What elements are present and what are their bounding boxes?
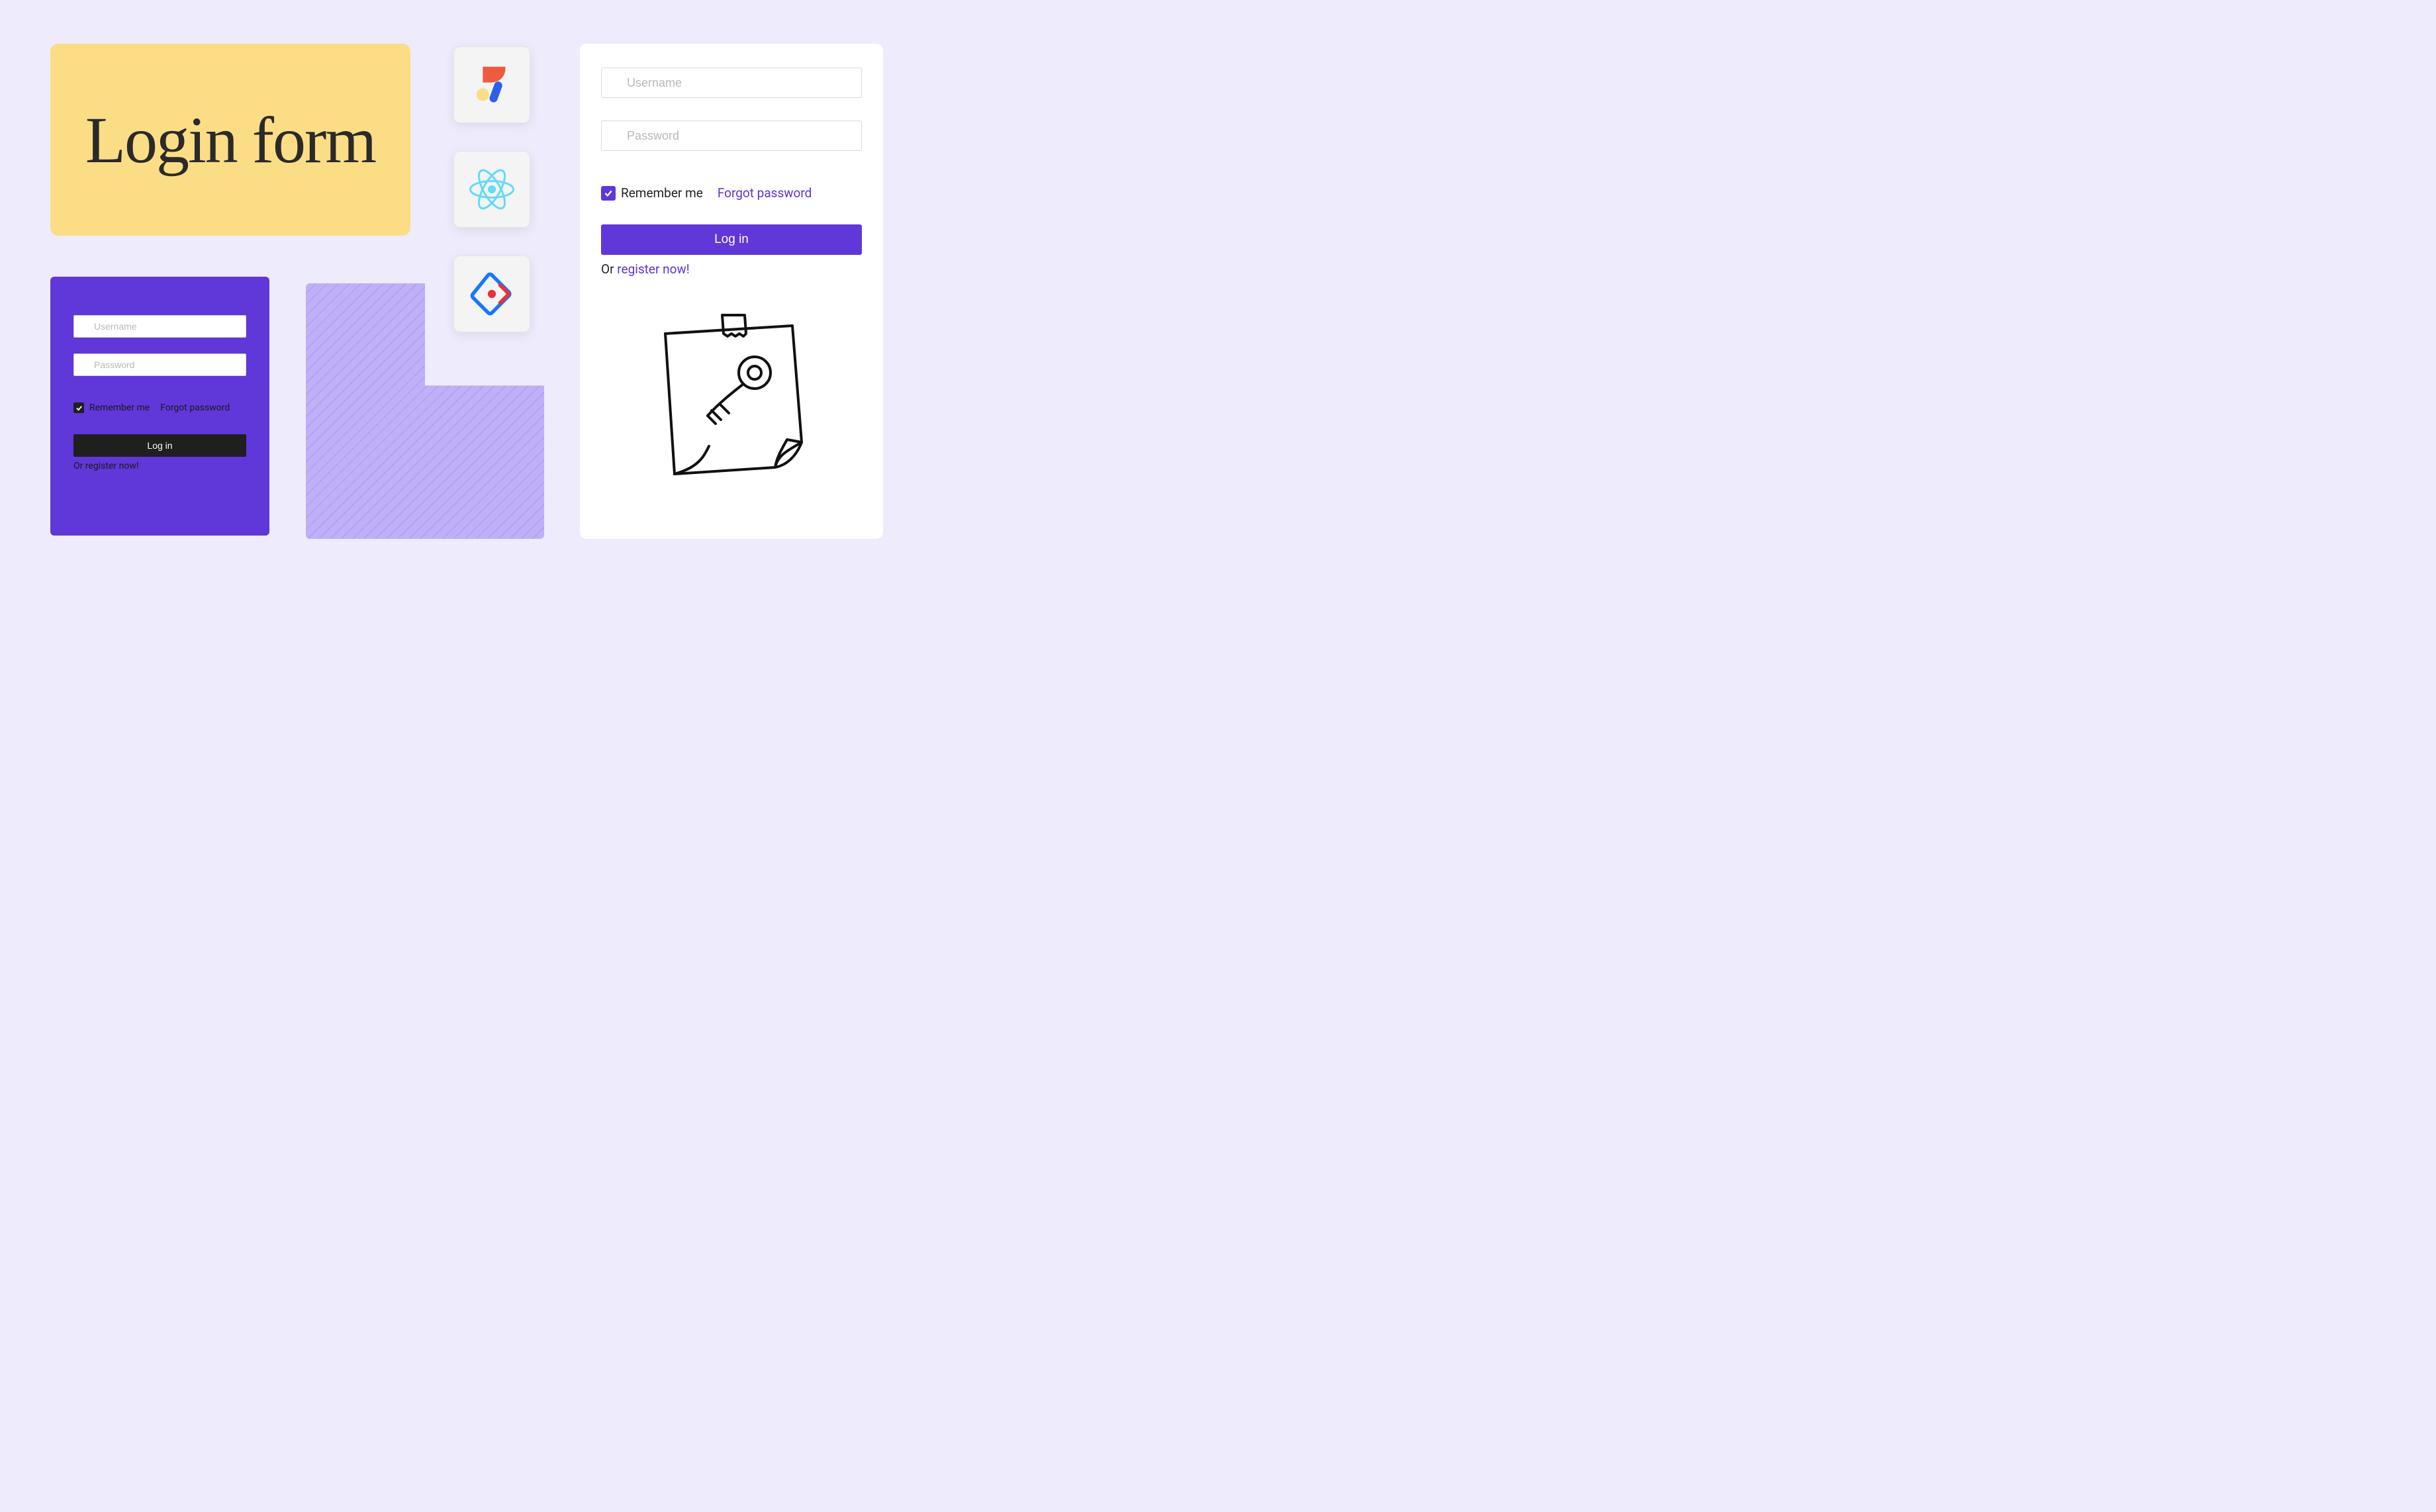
register-link[interactable]: register now! xyxy=(617,261,689,277)
react-icon xyxy=(453,151,530,228)
password-input[interactable] xyxy=(601,120,862,151)
username-input[interactable] xyxy=(73,315,246,338)
forgot-password-link[interactable]: Forgot password xyxy=(718,185,812,201)
library-icon-stack xyxy=(453,46,530,332)
sticky-note-key-doodle xyxy=(601,310,862,482)
password-field-wrap xyxy=(601,120,862,151)
or-prefix: Or xyxy=(601,261,617,277)
remember-checkbox[interactable] xyxy=(601,186,616,201)
remember-label: Remember me xyxy=(89,402,150,413)
abstract-shapes-icon xyxy=(453,46,530,123)
login-card-dark: Remember me Forgot password Log in Or re… xyxy=(50,277,269,536)
ant-design-icon xyxy=(453,256,530,332)
login-card-light: Remember me Forgot password Log in Or re… xyxy=(580,44,883,539)
password-input[interactable] xyxy=(73,354,246,376)
hero-title-card: Login form xyxy=(50,44,410,236)
page-title: Login form xyxy=(85,102,375,178)
password-field-wrap xyxy=(73,354,246,376)
remember-checkbox[interactable] xyxy=(73,402,84,413)
register-row: Or register now! xyxy=(73,461,246,471)
register-row: Or register now! xyxy=(601,261,862,277)
login-button[interactable]: Log in xyxy=(73,434,246,457)
username-field-wrap xyxy=(601,68,862,98)
remember-row: Remember me Forgot password xyxy=(73,402,246,413)
or-prefix: Or xyxy=(73,461,85,471)
register-link[interactable]: register now! xyxy=(85,461,139,471)
forgot-password-link[interactable]: Forgot password xyxy=(160,402,230,413)
remember-row: Remember me Forgot password xyxy=(601,185,862,201)
remember-label: Remember me xyxy=(621,185,703,201)
login-button[interactable]: Log in xyxy=(601,224,862,255)
username-field-wrap xyxy=(73,315,246,338)
username-input[interactable] xyxy=(601,68,862,98)
